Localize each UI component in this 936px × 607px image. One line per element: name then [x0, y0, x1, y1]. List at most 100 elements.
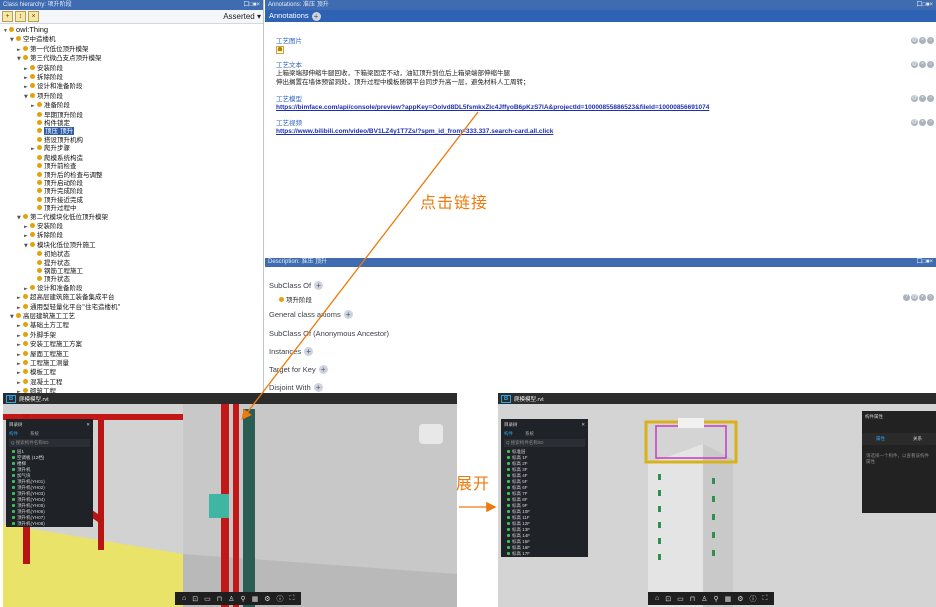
tree-node[interactable]: ► 工程施工测量 [3, 359, 260, 368]
tab-relations[interactable]: 关系 [913, 436, 922, 442]
description-window-controls[interactable]: 口□■× [916, 258, 933, 267]
info-icon[interactable]: ⓘ [750, 594, 757, 604]
edit-icon[interactable]: @ [911, 37, 918, 44]
add-axiom-icon[interactable]: + [343, 310, 353, 319]
tree-node[interactable]: ▼ owl:Thing [3, 26, 260, 35]
edit-icon[interactable]: @ [911, 119, 918, 126]
add-subclass-icon[interactable]: + [2, 11, 13, 22]
add-disjoint-icon[interactable]: + [313, 383, 323, 392]
add-annotation-icon[interactable]: + [311, 11, 321, 21]
viewer-left[interactable]: B 爬模模型.rvt 目录树 ✕ 构件 系统 Q 搜索构件名称/ID 层1 空调板 (… [3, 393, 457, 607]
image-icon[interactable]: ☗ [276, 46, 284, 54]
row-controls[interactable]: @ × ○ [910, 37, 934, 44]
info-icon[interactable]: ○ [927, 37, 934, 44]
tree-node[interactable]: 顶压 顶升 [3, 127, 260, 136]
tree-node[interactable]: 爬模系统构造 [3, 154, 260, 162]
walk-icon[interactable]: ♙ [701, 595, 707, 603]
home-icon[interactable]: ⌂ [655, 595, 659, 602]
help-icon[interactable]: ? [903, 294, 910, 301]
tree-node[interactable]: ► 设计和准备阶段 [3, 284, 260, 293]
tree-node[interactable]: ► 爬升步骤 [3, 144, 260, 153]
tree-node[interactable]: ► 安装阶段 [3, 64, 260, 73]
subclass-value[interactable]: 项升阶段 [279, 294, 312, 304]
add-key-icon[interactable]: + [318, 365, 328, 374]
model-link[interactable]: https://bimface.com/api/console/preview?… [276, 104, 709, 111]
tree-node[interactable]: ► 超高层建筑施工装备集成平台 [3, 293, 260, 302]
tree-node[interactable]: 顶升过程中 [3, 204, 260, 212]
row-controls[interactable]: @ × ○ [910, 95, 934, 102]
row-controls[interactable]: @ × ○ [910, 119, 934, 126]
measure-icon[interactable]: ▭ [204, 595, 211, 603]
tab-systems[interactable]: 系统 [525, 431, 534, 437]
measure-icon[interactable]: ▭ [677, 595, 684, 603]
tree-search-input[interactable]: Q 搜索构件名称/ID [9, 439, 90, 447]
asserted-dropdown[interactable]: Asserted ▾ [223, 12, 261, 21]
tree-node[interactable]: 顶升状态 [3, 275, 260, 283]
info-icon[interactable]: ○ [927, 119, 934, 126]
video-link[interactable]: https://www.bilibili.com/video/BV1LZ4y1T… [276, 128, 553, 135]
tree-node[interactable]: ► 基础土方工程 [3, 321, 260, 330]
tree-node[interactable]: ▼ 空中造楼机 [3, 35, 260, 44]
add-sibling-icon[interactable]: ↕ [15, 11, 26, 22]
expand-toggle-icon[interactable]: ▼ [17, 214, 23, 222]
model-tree-item[interactable]: 标高 17F [501, 551, 588, 557]
pin-icon[interactable]: ⚲ [713, 595, 718, 603]
row-controls[interactable]: ? @ × ○ [902, 294, 934, 301]
tree-node[interactable]: ► 拆除阶段 [3, 73, 260, 82]
model-tree-icon[interactable]: ▦ [725, 595, 732, 603]
zoom-icon[interactable]: ⊡ [665, 595, 671, 603]
tree-node[interactable]: ► 设计和准备阶段 [3, 82, 260, 91]
info-icon[interactable]: ○ [927, 294, 934, 301]
add-instance-icon[interactable]: + [304, 347, 314, 356]
tree-node[interactable]: 顶升接近完成 [3, 196, 260, 204]
tab-components[interactable]: 构件 [504, 431, 513, 437]
fullscreen-icon[interactable]: ⛶ [290, 595, 295, 603]
tree-search-input[interactable]: Q 搜索构件名称/ID [504, 439, 585, 447]
viewer-right[interactable]: B 爬模模型.rvt 目录树 ✕ 构件 系统 Q 搜索构件名称/ID 标准层 标高 1… [498, 393, 936, 607]
tree-node[interactable]: ► 模板工程 [3, 368, 260, 377]
info-icon[interactable]: ○ [927, 61, 934, 68]
tree-node[interactable]: 搭设顶升机构 [3, 136, 260, 144]
tree-node[interactable]: ▼ 高层建筑施工工艺 [3, 312, 260, 321]
walk-icon[interactable]: ♙ [228, 595, 234, 603]
tree-node[interactable]: ► 安装阶段 [3, 222, 260, 231]
tree-node[interactable]: ▼ 模块化低位顶升施工 [3, 241, 260, 250]
delete-icon[interactable]: × [919, 61, 926, 68]
tree-node[interactable]: 初始状态 [3, 250, 260, 258]
settings-icon[interactable]: ⚙ [737, 595, 743, 603]
hierarchy-window-controls[interactable]: 口□■× [243, 0, 260, 10]
add-subclass-of-icon[interactable]: + [314, 281, 324, 290]
tree-node[interactable]: ► 屋面工程施工 [3, 350, 260, 359]
annotations-window-controls[interactable]: 口□■× [916, 0, 933, 10]
section-icon[interactable]: ⊓ [690, 595, 695, 603]
tree-node[interactable]: ▼ 第三代微凸支点顶升模架 [3, 54, 260, 63]
model-tree-icon[interactable]: ▦ [252, 595, 259, 603]
tree-node[interactable]: 钢筋工程施工 [3, 267, 260, 275]
pin-icon[interactable]: ⚲ [240, 595, 245, 603]
tab-components[interactable]: 构件 [9, 431, 18, 437]
row-controls[interactable]: @ × ○ [910, 61, 934, 68]
tree-node[interactable]: 早期顶升阶段 [3, 111, 260, 119]
zoom-icon[interactable]: ⊡ [192, 595, 198, 603]
tree-node[interactable]: 顶升前检查 [3, 162, 260, 170]
tree-node[interactable]: ► 通用型轻量化平台"住宅造楼机" [3, 303, 260, 312]
tree-node[interactable]: 构件锁定 [3, 119, 260, 127]
tree-node[interactable]: ► 混凝土工程 [3, 378, 260, 387]
tree-node[interactable]: 顶升启动阶段 [3, 179, 260, 187]
tree-node[interactable]: 顶升完成阶段 [3, 187, 260, 195]
tree-node[interactable]: ► 外脚手架 [3, 331, 260, 340]
tree-node[interactable]: ▼ 第二代模块化低位顶升模架 [3, 213, 260, 222]
section-icon[interactable]: ⊓ [217, 595, 222, 603]
settings-icon[interactable]: ⚙ [264, 595, 270, 603]
edit-icon[interactable]: @ [911, 95, 918, 102]
info-icon[interactable]: ○ [927, 95, 934, 102]
edit-icon[interactable]: @ [911, 294, 918, 301]
tab-systems[interactable]: 系统 [30, 431, 39, 437]
delete-icon[interactable]: × [919, 119, 926, 126]
delete-icon[interactable]: × [919, 294, 926, 301]
delete-icon[interactable]: × [919, 37, 926, 44]
delete-icon[interactable]: × [919, 95, 926, 102]
tree-node[interactable]: ► 拆除阶段 [3, 231, 260, 240]
tree-node[interactable]: 顶升后的检查与调整 [3, 171, 260, 179]
tree-node[interactable]: ► 准备阶段 [3, 101, 260, 110]
